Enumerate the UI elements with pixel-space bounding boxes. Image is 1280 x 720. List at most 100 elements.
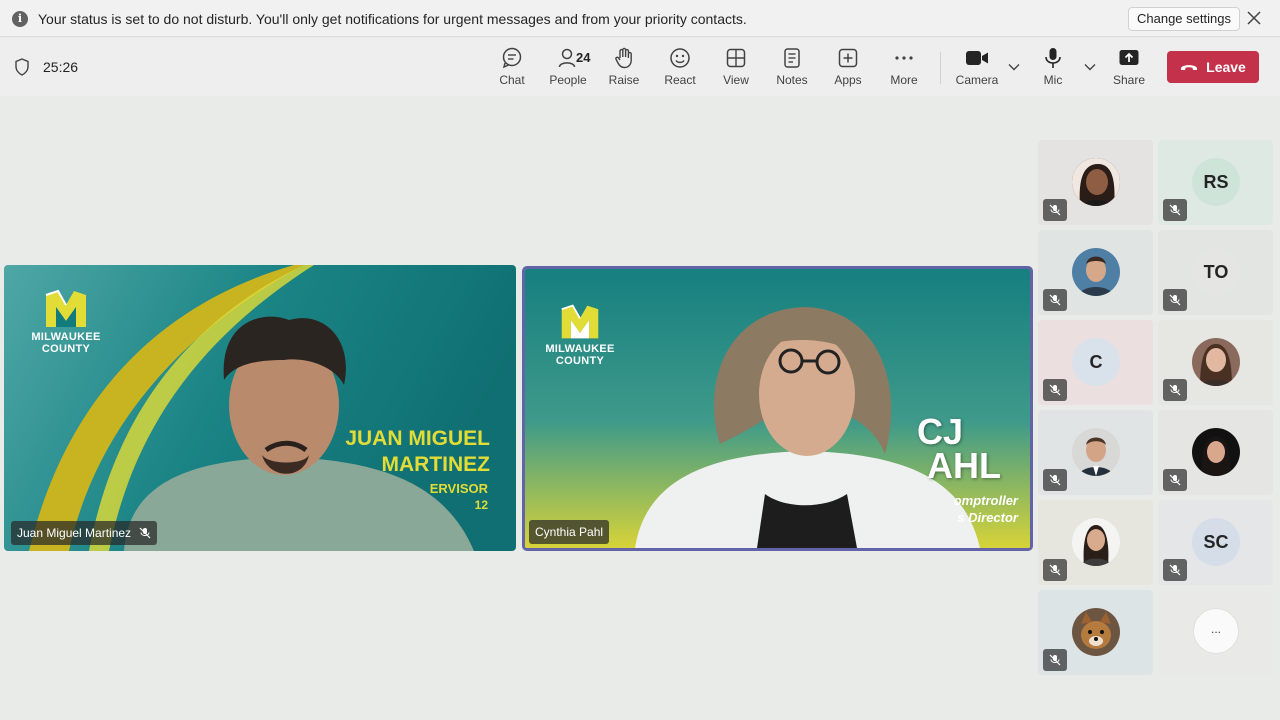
meeting-timer: 25:26	[43, 59, 79, 75]
camera-icon	[963, 46, 991, 70]
mic-off-icon	[1163, 379, 1187, 401]
county-logo-mark-icon	[45, 289, 86, 327]
participant-overflow-tile[interactable]: ...	[1158, 590, 1273, 675]
mic-off-icon	[1163, 559, 1187, 581]
people-button[interactable]: 24 People	[540, 46, 596, 92]
toolbar-divider	[940, 52, 941, 84]
milwaukee-county-logo: MILWAUKEE COUNTY	[540, 303, 620, 367]
view-button[interactable]: View	[708, 46, 764, 92]
mic-button[interactable]: Mic	[1025, 46, 1081, 92]
mic-icon	[1039, 46, 1067, 70]
participant-initials: TO	[1192, 248, 1240, 296]
react-label: React	[664, 73, 696, 87]
participant-tile[interactable]: RS	[1158, 140, 1273, 225]
raise-hand-icon	[610, 46, 638, 70]
smile-icon	[666, 46, 694, 70]
apps-button[interactable]: Apps	[820, 46, 876, 92]
more-label: More	[890, 73, 918, 87]
apps-label: Apps	[834, 73, 862, 87]
participant-tile[interactable]: SC	[1158, 500, 1273, 585]
mic-off-icon	[1043, 469, 1067, 491]
camera-button[interactable]: Camera	[949, 46, 1005, 92]
tile-overlay-subtitle2: s Director	[957, 510, 1018, 525]
view-label: View	[723, 73, 749, 87]
share-label: Share	[1112, 73, 1146, 87]
notification-banner: i Your status is set to do not disturb. …	[0, 0, 1280, 37]
close-icon[interactable]	[1244, 9, 1264, 29]
participant-avatar	[1192, 428, 1240, 476]
participant-avatar	[1072, 608, 1120, 656]
participant-avatar	[1072, 248, 1120, 296]
milwaukee-county-text: MILWAUKEE COUNTY	[545, 343, 615, 367]
phone-hangup-icon	[1181, 65, 1198, 70]
mic-off-icon	[1043, 559, 1067, 581]
participant-name: Cynthia Pahl	[535, 525, 604, 539]
grid-icon	[722, 46, 750, 70]
banner-message: Your status is set to do not disturb. Yo…	[38, 11, 747, 27]
chat-icon	[498, 46, 526, 70]
video-tile-cynthia-pahl[interactable]: MILWAUKEE COUNTY CJ AHL omptroller s Dir…	[522, 266, 1033, 551]
participant-tile[interactable]	[1158, 320, 1273, 405]
county-logo-mark-icon	[561, 304, 599, 339]
camera-options-chevron-down-icon[interactable]	[1007, 60, 1021, 74]
participant-name-tag: Juan Miguel Martinez	[11, 521, 158, 545]
participant-initials: SC	[1192, 518, 1240, 566]
notes-icon	[778, 46, 806, 70]
people-label: People	[549, 73, 587, 87]
mic-off-icon	[1163, 289, 1187, 311]
ellipsis-icon	[890, 46, 918, 70]
raise-label: Raise	[608, 73, 640, 87]
tile-overlay-subtitle: omptroller	[953, 493, 1018, 508]
chat-button[interactable]: Chat	[484, 46, 540, 92]
share-icon	[1115, 46, 1143, 70]
info-icon: i	[12, 11, 28, 27]
leave-label: Leave	[1206, 59, 1246, 75]
mic-off-icon	[1043, 199, 1067, 221]
participant-avatar	[1072, 158, 1120, 206]
participant-name: Juan Miguel Martinez	[17, 526, 132, 540]
leave-button[interactable]: Leave	[1167, 51, 1259, 83]
participant-tile[interactable]	[1038, 590, 1153, 675]
change-settings-button[interactable]: Change settings	[1128, 7, 1240, 31]
mic-label: Mic	[1043, 73, 1063, 87]
tile-overlay-subtitle: ERVISOR	[429, 481, 488, 496]
milwaukee-county-logo: MILWAUKEE COUNTY	[26, 289, 106, 355]
people-count: 24	[576, 50, 591, 65]
notes-label: Notes	[776, 73, 808, 87]
mic-off-icon	[1163, 199, 1187, 221]
camera-label: Camera	[955, 73, 999, 87]
tile-overlay-subtitle2: 12	[474, 498, 488, 512]
participant-tile[interactable]	[1038, 140, 1153, 225]
tile-overlay-name-line2: AHL	[927, 445, 1001, 486]
mic-options-chevron-down-icon[interactable]	[1083, 60, 1097, 74]
tile-overlay-name-line1: CJ	[917, 411, 964, 452]
tile-overlay-name-line1: JUAN MIGUEL	[345, 427, 490, 450]
tile-overlay-name-line2: MARTINEZ	[381, 453, 491, 476]
shield-icon	[15, 58, 29, 76]
more-participants-button[interactable]: ...	[1193, 608, 1239, 654]
share-button[interactable]: Share	[1101, 46, 1157, 92]
participant-tile[interactable]: TO	[1158, 230, 1273, 315]
participant-avatar	[1072, 518, 1120, 566]
participant-tile[interactable]: C	[1038, 320, 1153, 405]
participant-initials: RS	[1192, 158, 1240, 206]
mic-off-icon	[1043, 379, 1067, 401]
participant-tile[interactable]	[1038, 410, 1153, 495]
more-button[interactable]: More	[876, 46, 932, 92]
mic-off-icon	[1043, 649, 1067, 671]
participant-initials: C	[1072, 338, 1120, 386]
meeting-toolbar: 25:26 Chat 24 People Raise React View No…	[0, 38, 1280, 96]
participant-tile[interactable]	[1158, 410, 1273, 495]
participant-avatar	[1072, 428, 1120, 476]
notes-button[interactable]: Notes	[764, 46, 820, 92]
participant-avatar	[1192, 338, 1240, 386]
participant-name-tag: Cynthia Pahl	[529, 520, 610, 544]
raise-hand-button[interactable]: Raise	[596, 46, 652, 92]
mic-off-icon	[1163, 469, 1187, 491]
participant-tile[interactable]	[1038, 500, 1153, 585]
video-tile-juan-miguel-martinez[interactable]: MILWAUKEE COUNTY JUAN MIGUEL MARTINEZ ER…	[4, 265, 516, 551]
react-button[interactable]: React	[652, 46, 708, 92]
plus-icon	[834, 46, 862, 70]
participant-tile[interactable]	[1038, 230, 1153, 315]
mic-off-icon	[1043, 289, 1067, 311]
